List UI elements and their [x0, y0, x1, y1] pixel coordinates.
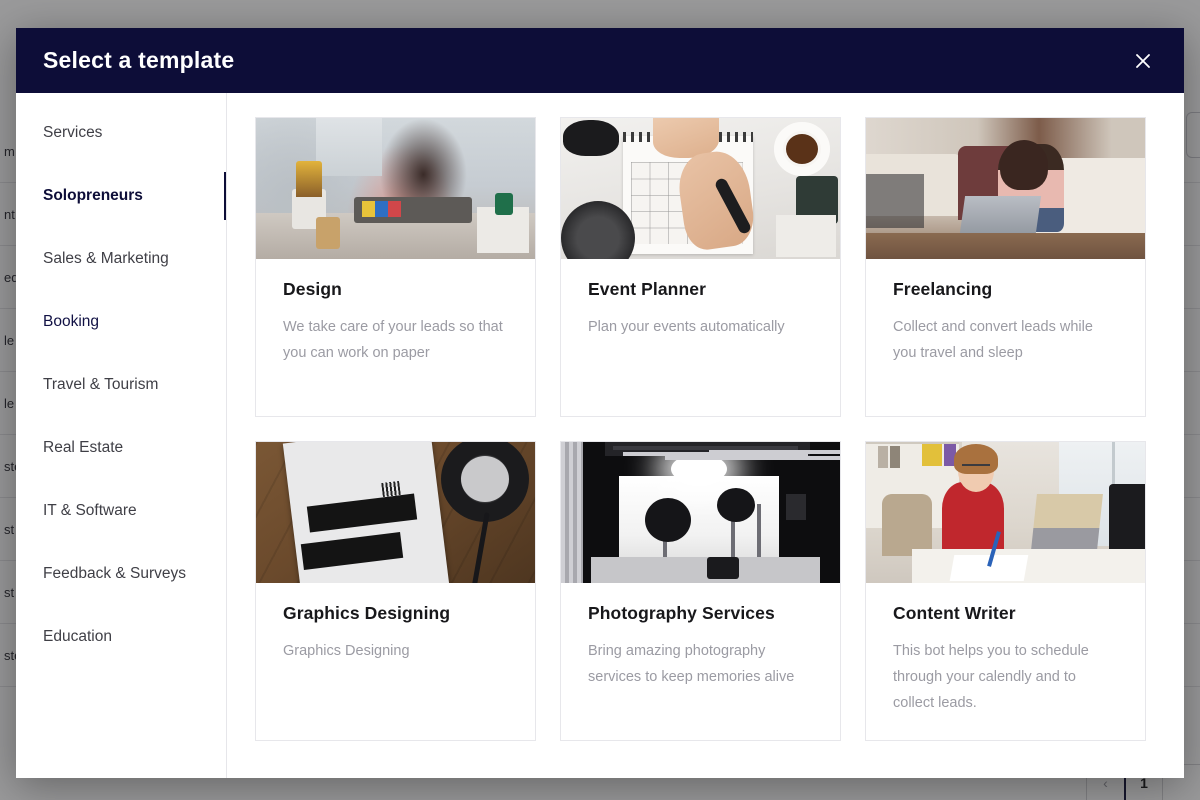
sidebar-item-label: Services: [43, 123, 103, 141]
template-description: Graphics Designing: [283, 643, 410, 659]
sidebar-item-booking[interactable]: Booking: [16, 290, 226, 353]
sidebar-item-label: Feedback & Surveys: [43, 564, 187, 582]
template-description: Plan your events automatically: [588, 319, 785, 335]
category-sidebar: Services Solopreneurs Sales & Marketing …: [16, 93, 227, 778]
template-title: Design: [283, 279, 342, 299]
template-text-event-planner: Event Planner Plan your events automatic…: [561, 259, 840, 340]
sidebar-item-label: Travel & Tourism: [43, 375, 159, 393]
template-title: Freelancing: [893, 279, 993, 299]
template-card-event-planner[interactable]: Event Planner Plan your events automatic…: [560, 117, 841, 417]
close-button[interactable]: [1126, 44, 1160, 78]
template-title: Graphics Designing: [283, 603, 451, 623]
sidebar-item-sales-marketing[interactable]: Sales & Marketing: [16, 227, 226, 290]
template-thumbnail-freelancing: [866, 118, 1145, 259]
sidebar-item-label: Sales & Marketing: [43, 249, 169, 267]
template-card-photography-services[interactable]: Photography Services Bring amazing photo…: [560, 441, 841, 741]
template-card-design[interactable]: Design We take care of your leads so tha…: [255, 117, 536, 417]
modal-title: Select a template: [43, 47, 235, 73]
template-card-content-writer[interactable]: Content Writer This bot helps you to sch…: [865, 441, 1146, 741]
sidebar-item-feedback-surveys[interactable]: Feedback & Surveys: [16, 542, 226, 605]
template-thumbnail-event-planner: [561, 118, 840, 259]
template-description: This bot helps you to schedule through y…: [893, 643, 1089, 711]
template-text-graphics-designing: Graphics Designing Graphics Designing: [256, 583, 535, 664]
template-description: Bring amazing photography services to ke…: [588, 643, 795, 685]
sidebar-item-services[interactable]: Services: [16, 101, 226, 164]
template-grid: Design We take care of your leads so tha…: [255, 117, 1166, 741]
sidebar-item-label: IT & Software: [43, 501, 137, 519]
sidebar-item-education[interactable]: Education: [16, 605, 226, 668]
sidebar-item-label: Booking: [43, 312, 100, 330]
sidebar-item-label: Education: [43, 627, 112, 645]
sidebar-item-solopreneurs[interactable]: Solopreneurs: [16, 164, 226, 227]
sidebar-item-label: Solopreneurs: [43, 186, 143, 204]
template-title: Content Writer: [893, 603, 1016, 623]
select-template-modal: Select a template Services Solopreneurs …: [16, 28, 1184, 778]
template-card-graphics-designing[interactable]: Graphics Designing Graphics Designing: [255, 441, 536, 741]
modal-header: Select a template: [16, 28, 1184, 93]
template-grid-container: Design We take care of your leads so tha…: [227, 93, 1184, 778]
template-text-photography-services: Photography Services Bring amazing photo…: [561, 583, 840, 690]
template-title: Event Planner: [588, 279, 707, 299]
sidebar-item-travel-tourism[interactable]: Travel & Tourism: [16, 353, 226, 416]
template-text-content-writer: Content Writer This bot helps you to sch…: [866, 583, 1145, 716]
sidebar-item-label: Real Estate: [43, 438, 124, 456]
template-thumbnail-graphics-designing: [256, 442, 535, 583]
template-text-design: Design We take care of your leads so tha…: [256, 259, 535, 366]
close-icon: [1136, 53, 1150, 68]
template-thumbnail-photography-services: [561, 442, 840, 583]
template-thumbnail-design: [256, 118, 535, 259]
template-description: Collect and convert leads while you trav…: [893, 319, 1093, 361]
sidebar-item-real-estate[interactable]: Real Estate: [16, 416, 226, 479]
template-card-freelancing[interactable]: Freelancing Collect and convert leads wh…: [865, 117, 1146, 417]
template-text-freelancing: Freelancing Collect and convert leads wh…: [866, 259, 1145, 366]
template-title: Photography Services: [588, 603, 775, 623]
sidebar-item-it-software[interactable]: IT & Software: [16, 479, 226, 542]
template-thumbnail-content-writer: [866, 442, 1145, 583]
modal-body: Services Solopreneurs Sales & Marketing …: [16, 93, 1184, 778]
template-description: We take care of your leads so that you c…: [283, 319, 503, 361]
